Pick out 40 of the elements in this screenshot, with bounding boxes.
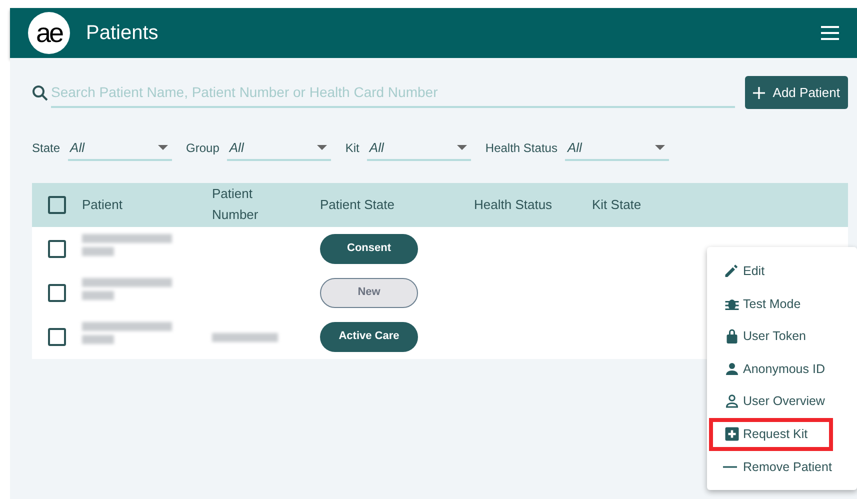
search-icon	[32, 84, 48, 100]
page-title: Patients	[86, 22, 160, 44]
filter-label: State	[32, 141, 60, 155]
dropdown-arrow-icon	[655, 144, 666, 150]
filter-label: Health Status	[485, 141, 558, 155]
checkbox[interactable]	[48, 196, 66, 214]
dropdown-arrow-icon	[158, 144, 168, 150]
column-header: Health Status	[474, 196, 552, 212]
menu-icon[interactable]	[821, 26, 839, 40]
logo: ae	[28, 12, 70, 54]
column-header: Kit State	[592, 196, 642, 212]
search-field[interactable]: Search Patient Name, Patient Number or Health Card Number	[51, 78, 735, 108]
plus-square-icon	[723, 425, 741, 443]
filter-dropdown[interactable]: All	[367, 135, 472, 161]
column-header: Patient Number	[212, 186, 258, 222]
filter-label: Group	[186, 141, 220, 155]
person-outline-icon	[723, 392, 741, 410]
plus-icon	[752, 86, 765, 98]
blurred-text	[82, 335, 114, 344]
patient-state-badge: Active Care	[320, 322, 418, 352]
column-header: Patient	[82, 196, 122, 212]
blurred-text	[82, 291, 114, 300]
menu-item[interactable]: User Overview	[723, 385, 857, 418]
filter-dropdown[interactable]: All	[68, 135, 172, 161]
column-header: Patient State	[320, 196, 394, 212]
filter-dropdown[interactable]: All	[227, 135, 332, 161]
checkbox[interactable]	[48, 328, 66, 346]
menu-item[interactable]: Request Kit	[723, 422, 808, 446]
dropdown-arrow-icon	[457, 144, 468, 150]
add-patient-button[interactable]: Add Patient	[744, 76, 848, 109]
patient-state-badge: New	[320, 278, 418, 308]
checkbox[interactable]	[48, 240, 66, 258]
checkbox[interactable]	[48, 284, 66, 302]
menu-item[interactable]: Remove Patient	[723, 450, 857, 483]
minus-icon	[723, 466, 737, 468]
patient-state-badge: Consent	[320, 234, 418, 264]
filter-dropdown[interactable]: All	[565, 135, 670, 161]
filter-label: Kit	[345, 141, 360, 155]
dropdown-arrow-icon	[317, 144, 328, 150]
blurred-text	[82, 247, 114, 256]
